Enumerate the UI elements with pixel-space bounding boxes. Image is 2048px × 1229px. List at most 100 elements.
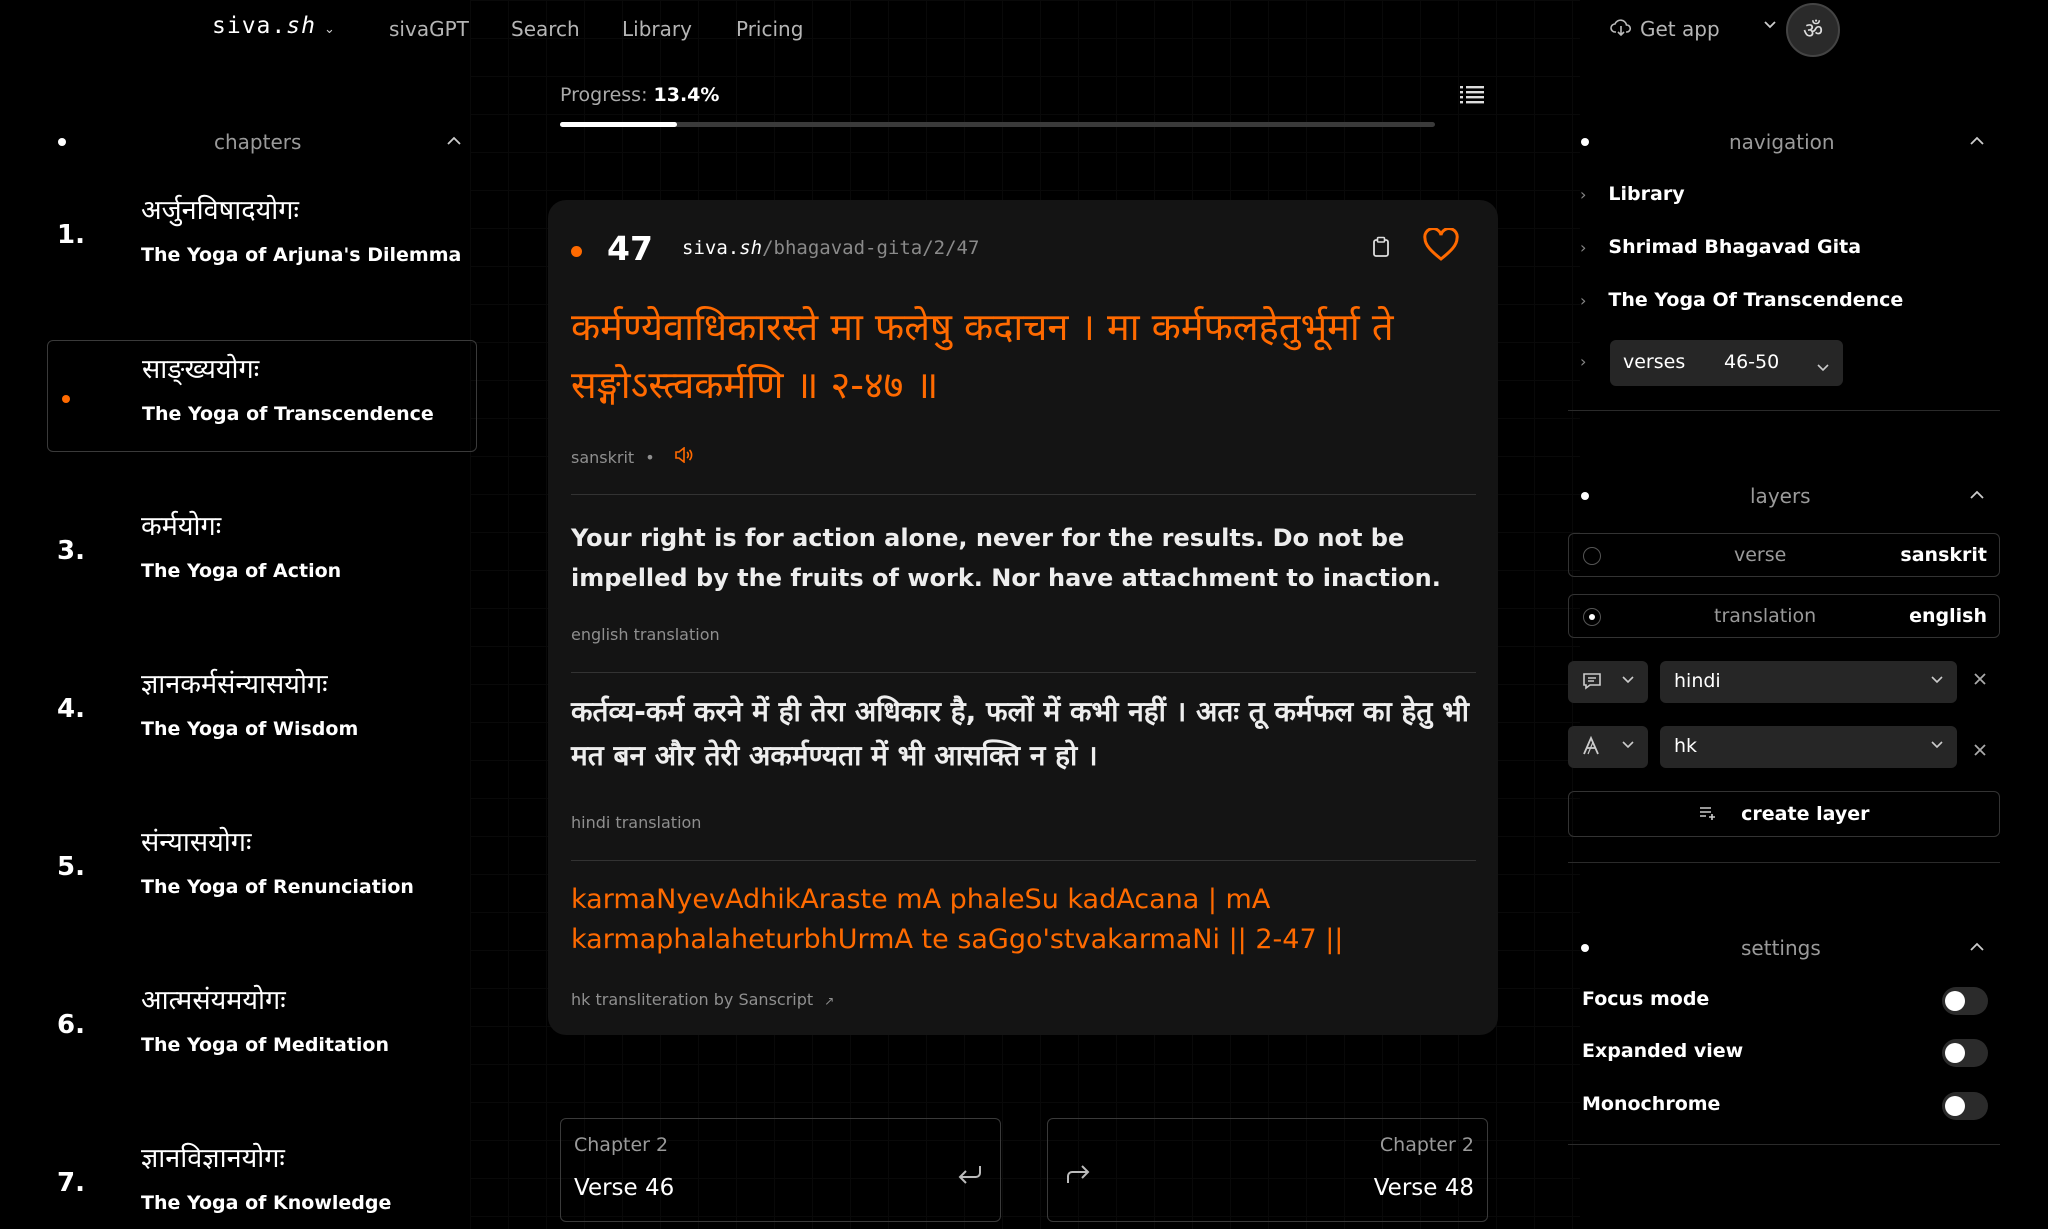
hindi-layer-select[interactable]: hindi (1660, 661, 1957, 703)
chevron-right-icon: › (1580, 185, 1587, 204)
progress-label: Progress: 13.4% (560, 84, 720, 106)
english-translation-label: english translation (571, 625, 720, 644)
chapter-sanskrit-title: आत्मसंयमयोगः (141, 985, 286, 1016)
layer-type-select[interactable] (1568, 726, 1648, 768)
expanded-view-toggle[interactable] (1942, 1039, 1988, 1067)
speaker-icon[interactable] (674, 446, 694, 467)
hk-layer-select[interactable]: hk (1660, 726, 1957, 768)
chapter-english-title: The Yoga of Action (141, 560, 342, 582)
layer-label: verse (1734, 544, 1787, 566)
chapter-item-4[interactable]: 4. ज्ञानकर्मसंन्यासयोगः The Yoga of Wisd… (47, 656, 477, 768)
layer-translation-row[interactable]: translation english (1568, 594, 2000, 638)
breadcrumb-chapter[interactable]: › The Yoga Of Transcendence (1580, 289, 1903, 311)
nav-link-search[interactable]: Search (511, 17, 580, 41)
chevron-down-icon (1931, 673, 1943, 688)
chapter-item-2[interactable]: साङ्ख्ययोगः The Yoga of Transcendence (47, 340, 477, 452)
list-icon[interactable] (1460, 84, 1484, 110)
chapter-english-title: The Yoga of Renunciation (141, 876, 414, 898)
toggle-knob (1945, 1043, 1965, 1063)
navigation-heading: navigation (1729, 130, 1835, 154)
next-verse-button[interactable]: Chapter 2 Verse 48 (1047, 1118, 1488, 1222)
get-app-button[interactable]: Get app (1610, 17, 1720, 41)
chapter-item-3[interactable]: 3. कर्मयोगः The Yoga of Action (47, 498, 477, 610)
chapter-item-6[interactable]: 6. आत्मसंयमयोगः The Yoga of Meditation (47, 972, 477, 1084)
separator-dot: • (645, 448, 655, 467)
breadcrumb-bhagavad-gita[interactable]: › Shrimad Bhagavad Gita (1580, 236, 1861, 258)
next-verse-label: Verse 48 (1373, 1175, 1474, 1201)
chapter-item-7[interactable]: 7. ज्ञानविज्ञानयोगः The Yoga of Knowledg… (47, 1130, 477, 1229)
chevron-down-icon (1931, 738, 1943, 753)
avatar[interactable]: ॐ (1786, 3, 1840, 57)
toggle-knob (1945, 1096, 1965, 1116)
sanskrit-label-row: sanskrit • (571, 446, 694, 467)
heart-icon[interactable] (1422, 227, 1460, 266)
layer-radio[interactable] (1583, 608, 1601, 626)
prev-verse-label: Verse 46 (574, 1175, 675, 1201)
chapter-sanskrit-title: संन्यासयोगः (141, 827, 252, 858)
layer-type-select[interactable] (1568, 661, 1648, 703)
create-layer-button[interactable]: create layer (1568, 791, 2000, 837)
layer-verse-row[interactable]: verse sanskrit (1568, 533, 2000, 577)
toggle-knob (1945, 991, 1965, 1011)
breadcrumb-verses-chevron: › (1580, 350, 1608, 372)
close-icon[interactable] (1972, 739, 1988, 763)
chapter-item-5[interactable]: 5. संन्यासयोगः The Yoga of Renunciation (47, 814, 477, 926)
progress-value: 13.4% (653, 84, 720, 106)
chevron-up-icon[interactable] (446, 134, 462, 150)
progress-bar (560, 122, 1435, 127)
chapter-english-title: The Yoga of Arjuna's Dilemma (141, 244, 462, 266)
chapter-english-title: The Yoga of Transcendence (142, 403, 434, 425)
verses-label: verses (1623, 351, 1686, 373)
return-arrow-icon (956, 1159, 984, 1192)
section-dot (1581, 944, 1589, 952)
chapter-number: 5. (57, 852, 85, 882)
layer-radio[interactable] (1583, 547, 1601, 565)
monochrome-label: Monochrome (1582, 1093, 1721, 1115)
section-dot (1581, 492, 1589, 500)
chapter-number: 7. (57, 1168, 85, 1198)
chevron-down-icon[interactable] (1763, 18, 1777, 34)
verses-range-select[interactable]: verses 46-50 (1610, 340, 1843, 386)
settings-heading: settings (1741, 936, 1821, 960)
chapter-sanskrit-title: कर्मयोगः (141, 511, 222, 542)
chapter-sanskrit-title: ज्ञानकर्मसंन्यासयोगः (141, 669, 328, 700)
nav-link-library[interactable]: Library (622, 17, 692, 41)
chevron-down-icon (1622, 738, 1634, 753)
progress-fill (560, 122, 678, 127)
chapter-item-1[interactable]: 1. अर्जुनविषादयोगः The Yoga of Arjuna's … (47, 182, 477, 294)
monochrome-toggle[interactable] (1942, 1092, 1988, 1120)
chevron-up-icon[interactable] (1969, 488, 1985, 504)
divider (1568, 1144, 2000, 1145)
prev-verse-button[interactable]: Chapter 2 Verse 46 (560, 1118, 1001, 1222)
chevron-up-icon[interactable] (1969, 134, 1985, 150)
close-icon[interactable] (1972, 668, 1988, 692)
expanded-view-label: Expanded view (1582, 1040, 1744, 1062)
divider (1568, 862, 2000, 863)
forward-arrow-icon (1064, 1159, 1092, 1192)
verses-range: 46-50 (1724, 351, 1780, 373)
chapters-heading: chapters (214, 130, 302, 154)
chevron-down-icon (1817, 355, 1829, 377)
chapter-number: 4. (57, 694, 85, 724)
chevron-up-icon[interactable] (1969, 940, 1985, 956)
divider (1568, 410, 2000, 411)
clipboard-icon[interactable] (1372, 236, 1390, 264)
section-dot (1581, 138, 1589, 146)
brand-logo[interactable]: siva.sh ⌄ (212, 13, 336, 39)
external-link-icon: ↗ (824, 994, 835, 1008)
layer-select-value: hindi (1674, 670, 1721, 692)
breadcrumb-library[interactable]: › Library (1580, 183, 1685, 205)
next-chapter-label: Chapter 2 (1379, 1134, 1474, 1156)
nav-link-sivagpt[interactable]: sivaGPT (389, 17, 469, 41)
divider (571, 494, 1476, 495)
sanskrit-label: sanskrit (571, 448, 635, 467)
layer-value: english (1909, 605, 1987, 627)
nav-link-pricing[interactable]: Pricing (736, 17, 803, 41)
divider (571, 860, 1476, 861)
chevron-down-icon: ⌄ (323, 22, 336, 37)
verse-path[interactable]: siva.sh/bhagavad-gita/2/47 (682, 237, 979, 259)
transliteration-label[interactable]: hk transliteration by Sanscript ↗ (571, 990, 834, 1009)
layer-select-value: hk (1674, 735, 1698, 757)
focus-mode-toggle[interactable] (1942, 987, 1988, 1015)
hindi-translation-label: hindi translation (571, 813, 702, 832)
